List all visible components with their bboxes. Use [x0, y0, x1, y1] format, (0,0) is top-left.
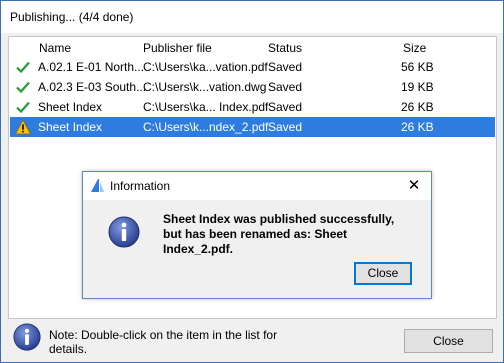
information-dialog: Information ✕ Sheet Index was published … — [82, 171, 432, 299]
table-row[interactable]: A.02.1 E-01 North... C:\Users\ka...vatio… — [10, 57, 495, 77]
row-file: C:\Users\k...vation.dwg — [143, 80, 267, 94]
row-size: 56 KB — [401, 60, 434, 74]
table-row[interactable]: A.02.3 E-03 South... C:\Users\k...vation… — [10, 77, 495, 97]
row-status: Saved — [268, 60, 303, 74]
check-icon — [16, 101, 30, 114]
dialog-title: Information — [110, 179, 171, 193]
row-status: Saved — [268, 100, 303, 114]
dialog-close-x-button[interactable]: ✕ — [405, 177, 423, 195]
row-name: Sheet Index — [38, 120, 103, 134]
app-logo-icon — [91, 179, 104, 192]
warning-icon — [15, 119, 31, 135]
column-header-publisher-file[interactable]: Publisher file — [143, 41, 212, 55]
row-file: C:\Users\k...ndex_2.pdf — [143, 120, 269, 134]
row-name: A.02.1 E-01 North... — [38, 60, 145, 74]
row-status: Saved — [268, 80, 303, 94]
table-row[interactable]: Sheet Index C:\Users\ka... Index.pdf Sav… — [10, 97, 495, 117]
row-name: A.02.3 E-03 South... — [38, 80, 147, 94]
check-icon — [16, 61, 30, 74]
row-name: Sheet Index — [38, 100, 103, 114]
info-icon — [108, 216, 140, 248]
column-header-status[interactable]: Status — [268, 41, 302, 55]
row-size: 26 KB — [401, 120, 434, 134]
window-title: Publishing... (4/4 done) — [10, 10, 134, 24]
dialog-title-bar: Information ✕ — [83, 172, 431, 200]
row-file: C:\Users\ka...vation.pdf — [143, 60, 268, 74]
publishing-window: Publishing... (4/4 done) Name Publisher … — [0, 0, 504, 363]
row-file: C:\Users\ka... Index.pdf — [143, 100, 269, 114]
dialog-message: Sheet Index was published successfully, … — [163, 212, 395, 256]
title-bar: Publishing... (4/4 done) — [1, 1, 503, 33]
row-status: Saved — [268, 120, 303, 134]
info-icon — [13, 323, 41, 351]
dialog-close-button[interactable]: Close — [354, 262, 412, 285]
table-row-selected[interactable]: Sheet Index C:\Users\k...ndex_2.pdf Save… — [10, 117, 495, 137]
check-icon — [16, 81, 30, 94]
footer-note: Note: Double-click on the item in the li… — [49, 328, 278, 356]
row-size: 26 KB — [401, 100, 434, 114]
column-header-name[interactable]: Name — [39, 41, 71, 55]
row-size: 19 KB — [401, 80, 434, 94]
close-button[interactable]: Close — [404, 329, 493, 353]
column-header-size[interactable]: Size — [403, 41, 426, 55]
